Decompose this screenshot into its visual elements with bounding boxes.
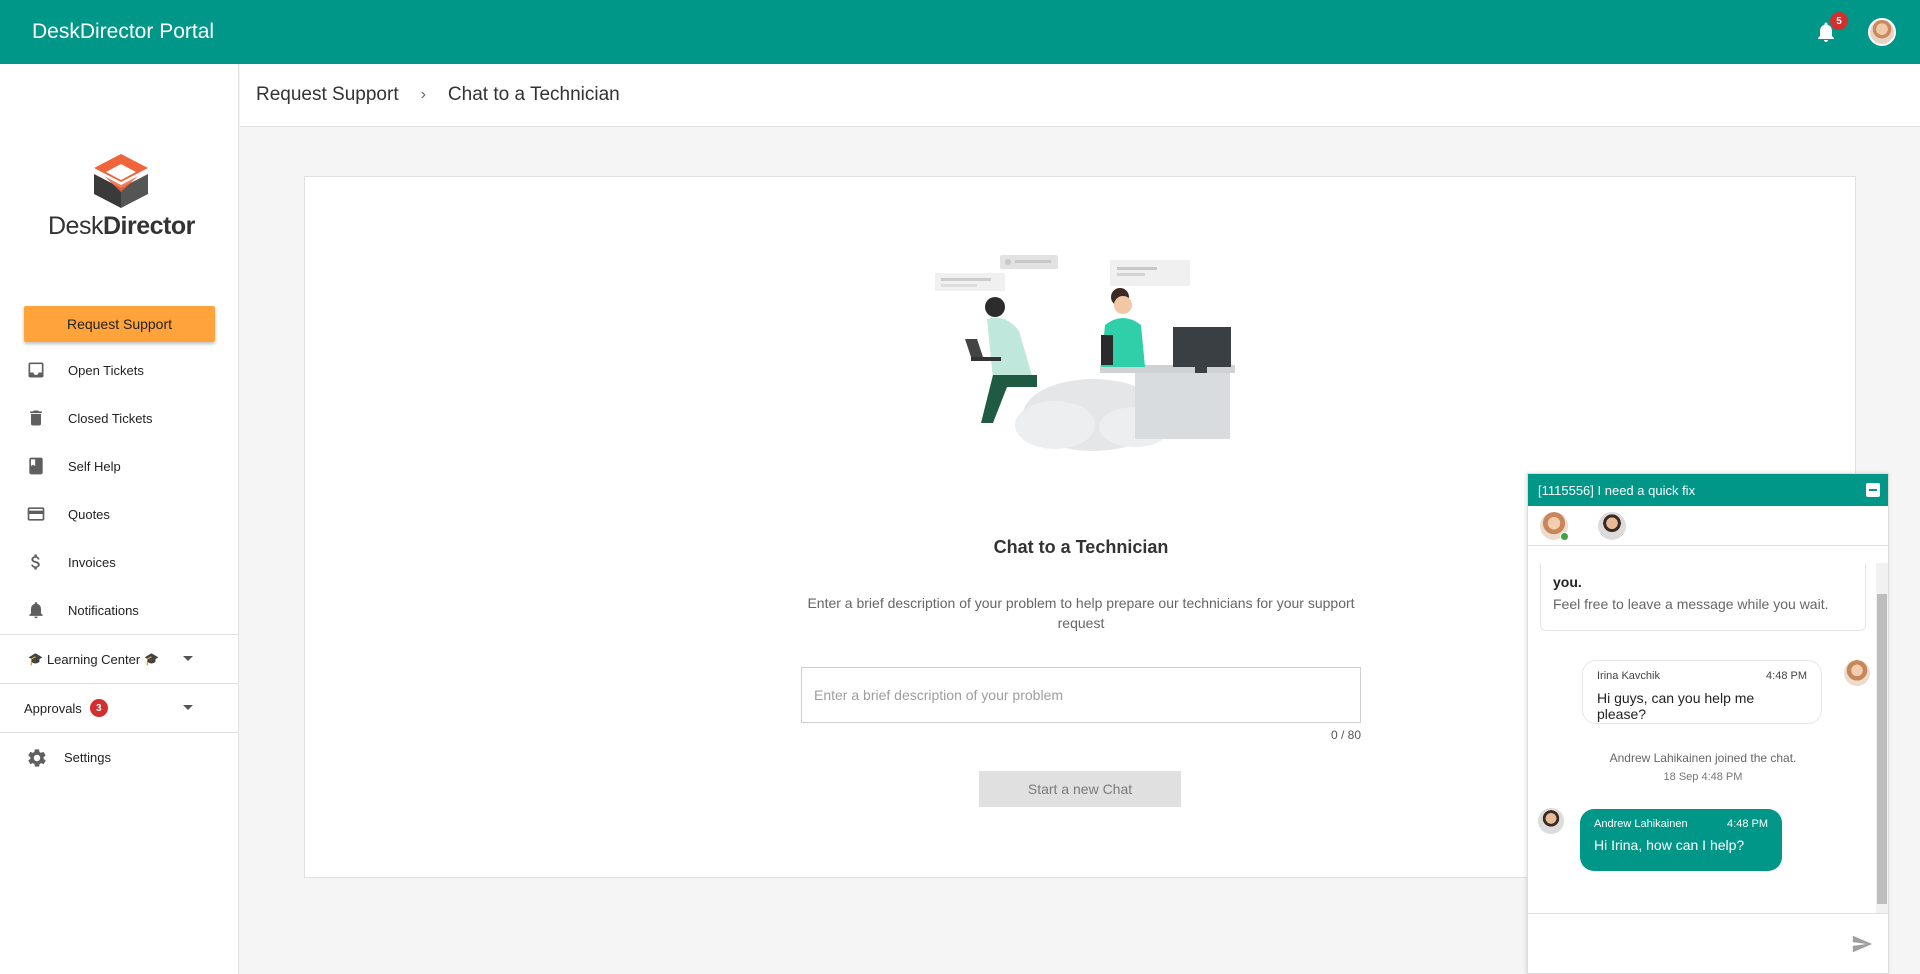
message-text: Hi guys, can you help me please?: [1597, 690, 1755, 722]
system-message-text: you.: [1553, 574, 1582, 590]
chevron-right-icon: ›: [420, 86, 426, 103]
sidebar-item-invoices[interactable]: Invoices: [0, 538, 239, 586]
sidebar-item-label: Notifications: [68, 602, 139, 618]
learning-center-label: Learning Center: [46, 651, 141, 667]
chat-message: Andrew Lahikainen 4:48 PM Hi Irina, how …: [1580, 809, 1782, 871]
chat-participants: [1528, 506, 1888, 546]
top-app-bar: DeskDirector Portal 5: [0, 0, 1920, 64]
sidebar-item-notifications[interactable]: Notifications: [0, 586, 239, 634]
message-time: 4:48 PM: [1766, 670, 1807, 682]
participant-avatar: [1540, 511, 1569, 541]
request-support-button[interactable]: Request Support: [24, 306, 215, 342]
sidebar-item-label: Closed Tickets: [68, 410, 153, 426]
credit-card-icon: [26, 504, 46, 524]
sidebar-item-closed-tickets[interactable]: Closed Tickets: [0, 394, 239, 442]
system-message-note: Feel free to leave a message while you w…: [1553, 596, 1829, 612]
chat-message: Irina Kavchik 4:48 PM Hi guys, can you h…: [1582, 660, 1822, 724]
sidebar-item-label: Invoices: [68, 554, 116, 570]
breadcrumb-current: Chat to a Technician: [447, 84, 620, 105]
chat-scrollbar-thumb[interactable]: [1877, 594, 1887, 904]
notification-count-badge: 5: [1830, 12, 1848, 30]
online-status-icon: [1560, 531, 1569, 541]
app-title: DeskDirector Portal: [32, 20, 215, 43]
avatar: [1844, 660, 1870, 686]
chevron-down-icon: [183, 705, 193, 710]
message-text: Hi Irina, how can I help?: [1594, 837, 1745, 853]
trash-icon: [26, 408, 46, 428]
chat-header[interactable]: [1115556] I need a quick fix: [1528, 474, 1888, 506]
inbox-icon: [26, 360, 46, 380]
settings-label: Settings: [64, 749, 111, 765]
minimize-icon[interactable]: [1866, 483, 1880, 497]
participant-avatar: [1598, 511, 1626, 540]
join-notice-time: 18 Sep 4:48 PM: [1663, 771, 1743, 783]
sidebar-item-label: Open Tickets: [68, 362, 144, 378]
message-author: Irina Kavchik: [1597, 670, 1660, 682]
sidebar-item-open-tickets[interactable]: Open Tickets: [0, 346, 239, 394]
avatar: [1538, 808, 1564, 834]
sidebar-nav: Open Tickets Closed Tickets Self Help Qu…: [0, 346, 239, 781]
sidebar: DeskDirector Request Support Open Ticket…: [0, 64, 239, 974]
graduation-cap-icon: 🎓: [28, 652, 43, 666]
approvals-count-badge: 3: [89, 699, 108, 717]
bell-icon: [26, 600, 46, 620]
join-notice: Andrew Lahikainen joined the chat. 18 Se…: [1528, 749, 1878, 787]
chat-message-input[interactable]: [1538, 924, 1828, 964]
chat-panel: [1115556] I need a quick fix you. Feel f…: [1527, 473, 1889, 974]
sidebar-item-quotes[interactable]: Quotes: [0, 490, 239, 538]
breadcrumb: Request Support › Chat to a Technician: [240, 64, 1920, 127]
book-icon: [26, 456, 46, 476]
message-time: 4:48 PM: [1727, 818, 1768, 830]
logo-wordmark: DeskDirector: [48, 212, 195, 240]
send-icon[interactable]: [1850, 933, 1874, 955]
top-actions: 5: [1812, 0, 1896, 64]
notifications-button[interactable]: 5: [1812, 12, 1848, 46]
sidebar-item-settings[interactable]: Settings: [0, 732, 239, 781]
gear-icon: [26, 747, 46, 767]
logo-mark-icon: [93, 154, 148, 208]
sidebar-item-self-help[interactable]: Self Help: [0, 442, 239, 490]
chat-composer: [1528, 913, 1888, 973]
card-description: Enter a brief description of your proble…: [807, 595, 1355, 631]
message-author: Andrew Lahikainen: [1594, 818, 1688, 830]
breadcrumb-parent-link[interactable]: Request Support: [256, 84, 399, 106]
join-notice-text: Andrew Lahikainen joined the chat.: [1609, 751, 1797, 765]
problem-description-input[interactable]: [801, 667, 1361, 723]
sidebar-group-approvals[interactable]: Approvals 3: [0, 683, 239, 732]
sidebar-group-learning-center[interactable]: 🎓 Learning Center 🎓: [0, 634, 239, 683]
sidebar-item-label: Quotes: [68, 506, 110, 522]
system-message: you. Feel free to leave a message while …: [1540, 563, 1866, 631]
graduation-cap-icon: 🎓: [144, 652, 160, 666]
dollar-icon: [26, 552, 46, 572]
chat-messages[interactable]: you. Feel free to leave a message while …: [1528, 563, 1878, 914]
deskdirector-logo[interactable]: DeskDirector: [48, 152, 195, 241]
technician-chat-illustration: [935, 255, 1235, 451]
approvals-label: Approvals: [24, 700, 82, 716]
character-counter: 0 / 80: [1330, 728, 1361, 742]
sidebar-item-label: Self Help: [68, 458, 121, 474]
user-avatar[interactable]: [1868, 18, 1896, 46]
chat-title: [1115556] I need a quick fix: [1538, 482, 1696, 498]
start-new-chat-button[interactable]: Start a new Chat: [979, 771, 1181, 807]
chevron-down-icon: [183, 656, 193, 661]
